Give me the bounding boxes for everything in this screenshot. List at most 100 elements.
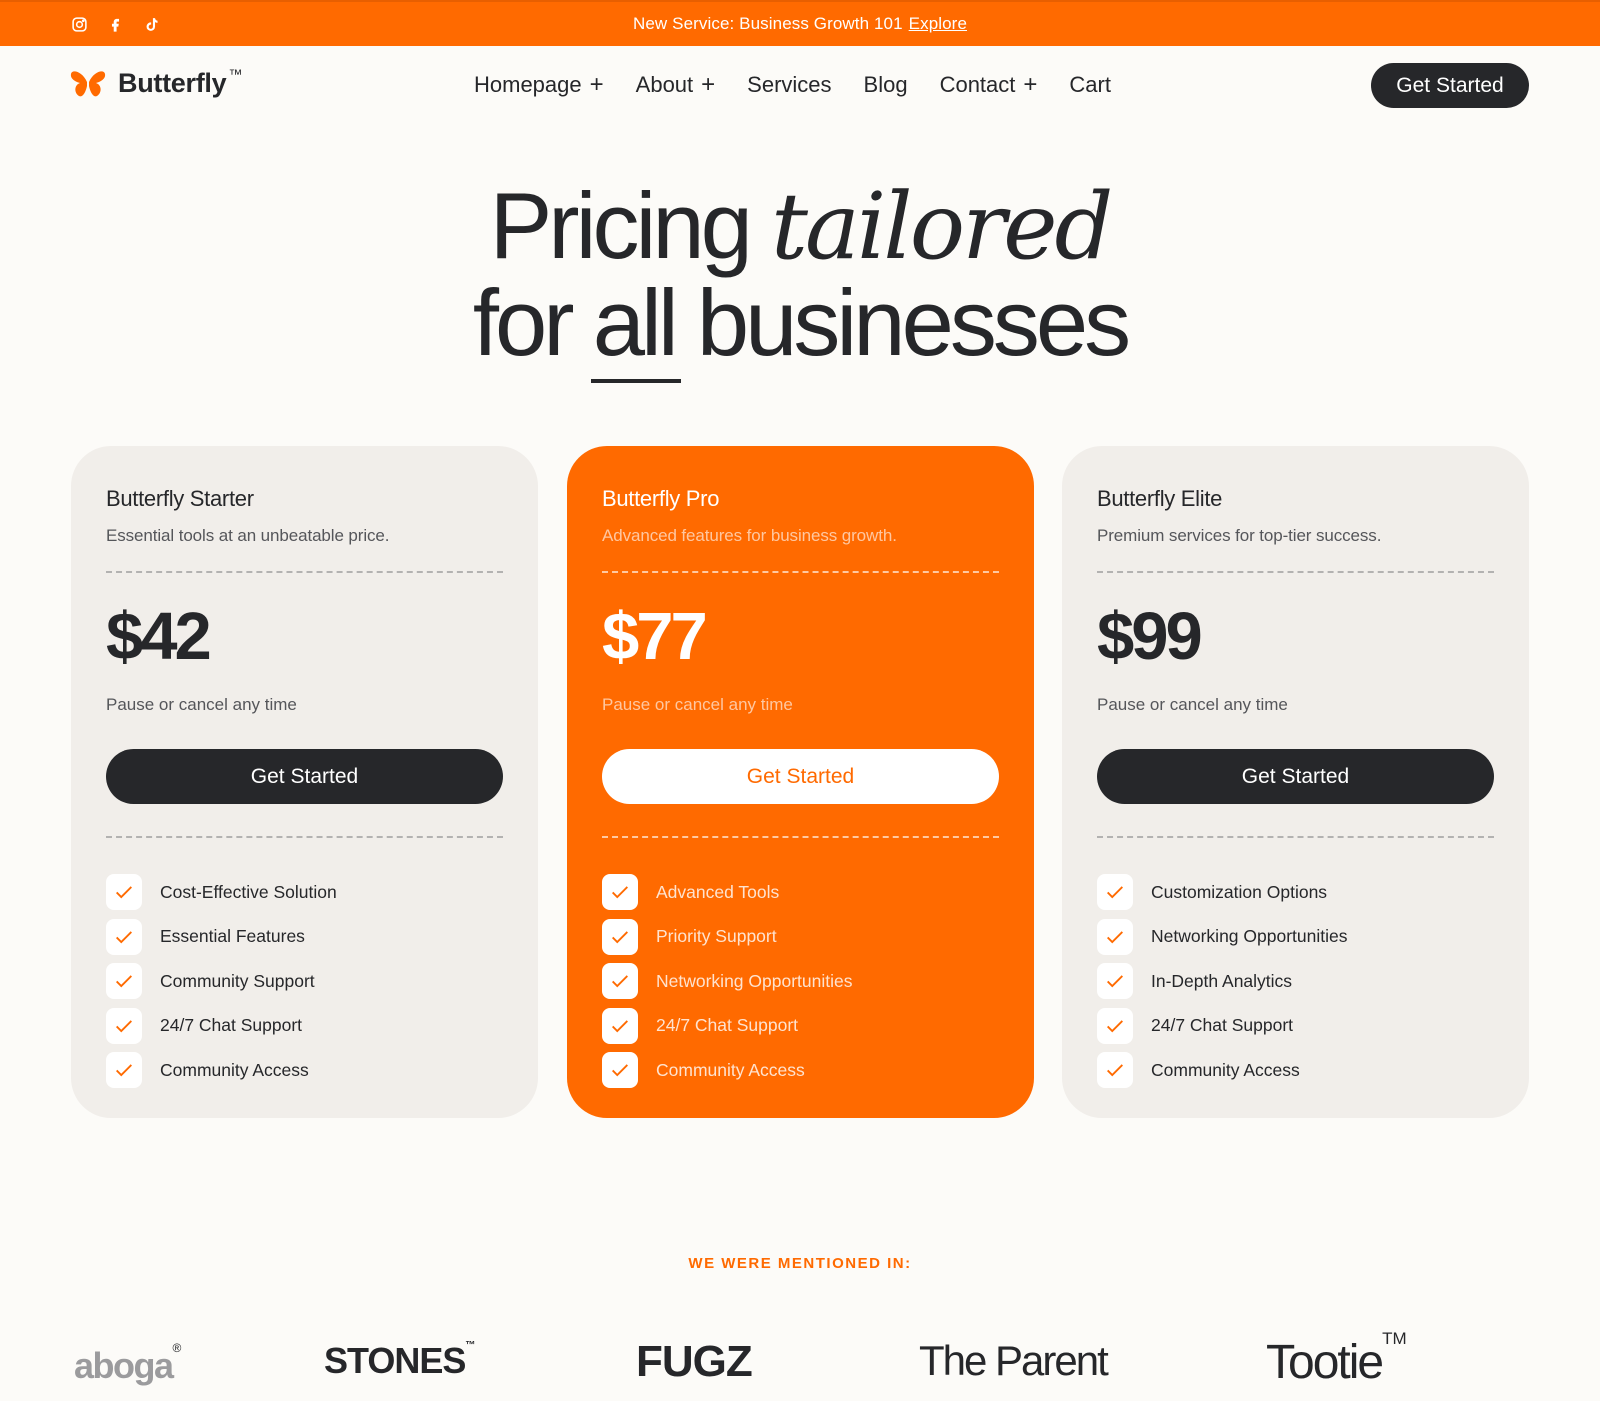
announcement-bar: New Service: Business Growth 101 Explore — [0, 0, 1600, 46]
plan-description: Advanced features for business growth. — [602, 526, 897, 545]
plan-card-pro: Butterfly Pro Advanced features for busi… — [567, 446, 1034, 1118]
butterfly-icon — [70, 70, 106, 96]
brand-logo-name: STONES — [324, 1340, 466, 1381]
nav-blog-label: Blog — [863, 72, 908, 97]
price-note: Pause or cancel any time — [602, 695, 793, 714]
brand-logo-the-parent: The Parent — [919, 1337, 1109, 1385]
feature-item: 24/7 Chat Support — [106, 1007, 503, 1044]
check-icon — [1097, 1052, 1133, 1088]
nav-about-label: About — [635, 72, 694, 97]
plan-card-elite: Butterfly Elite Premium services for top… — [1062, 446, 1529, 1118]
logo[interactable]: Butterfly ™ — [70, 66, 243, 99]
announcement-text: New Service: Business Growth 101 — [633, 14, 903, 33]
brand-logo-fugz: FUGZ — [636, 1337, 753, 1387]
nav-contact[interactable]: Contact + — [940, 72, 1038, 98]
check-icon — [106, 918, 142, 955]
nav-cart-label: Cart — [1069, 72, 1111, 97]
hero-word-for: for — [472, 270, 575, 375]
brand-name: Butterfly — [118, 68, 227, 98]
announcement: New Service: Business Growth 101 Explore — [0, 14, 1600, 34]
main-nav: Homepage + About + Services Blog Contact + … — [474, 72, 1111, 98]
hero-word-tailored: tailored — [771, 173, 1113, 280]
price-note: Pause or cancel any time — [1097, 695, 1288, 714]
plus-icon: + — [701, 71, 716, 98]
check-icon — [106, 1052, 142, 1088]
hero-heading: Pricing tailored for all businesses — [0, 178, 1600, 383]
nav-contact-label: Contact — [939, 72, 1016, 97]
plan-price: $77 — [602, 599, 708, 674]
check-icon — [106, 963, 142, 999]
starter-get-started-button[interactable]: Get Started — [106, 749, 503, 804]
plus-icon: + — [589, 71, 604, 98]
nav-cart[interactable]: Cart — [1069, 72, 1111, 98]
nav-homepage[interactable]: Homepage + — [474, 72, 604, 98]
feature-label: Community Support — [160, 970, 315, 991]
hero-line-1: Pricing tailored — [0, 178, 1600, 275]
plan-description: Essential tools at an unbeatable price. — [106, 526, 390, 545]
hero-line-2: for all businesses — [0, 275, 1600, 383]
feature-list: Cost-Effective Solution Essential Featur… — [106, 874, 503, 1088]
feature-label: Community Access — [160, 1059, 309, 1080]
divider — [106, 571, 503, 573]
feature-label: Community Access — [1151, 1059, 1300, 1080]
feature-item: Community Access — [1097, 1052, 1494, 1088]
check-icon — [602, 874, 638, 910]
feature-item: Priority Support — [602, 918, 999, 955]
plan-price: $99 — [1097, 599, 1203, 674]
divider — [602, 836, 999, 838]
hero-word-pricing: Pricing — [489, 173, 753, 278]
feature-item: Networking Opportunities — [602, 963, 999, 999]
trademark: ™ — [228, 66, 243, 82]
plan-name: Butterfly Pro — [602, 486, 720, 511]
feature-item: Advanced Tools — [602, 874, 999, 910]
nav-services[interactable]: Services — [747, 72, 831, 98]
feature-label: Advanced Tools — [656, 881, 780, 902]
brand-logo-stones: STONES™ — [324, 1340, 475, 1382]
feature-item: Community Support — [106, 963, 503, 999]
check-icon — [1097, 874, 1133, 910]
price-note: Pause or cancel any time — [106, 695, 297, 714]
brand-logo-name: FUGZ — [636, 1337, 753, 1386]
feature-label: 24/7 Chat Support — [160, 1015, 303, 1035]
check-icon — [602, 1007, 638, 1044]
nav-blog[interactable]: Blog — [864, 72, 908, 98]
plan-card-starter: Butterfly Starter Essential tools at an … — [71, 446, 538, 1118]
divider — [602, 571, 999, 573]
feature-label: Essential Features — [160, 926, 305, 946]
nav-about[interactable]: About + — [636, 72, 716, 98]
mentions-title: WE WERE MENTIONED IN: — [688, 1255, 912, 1272]
pro-get-started-button[interactable]: Get Started — [602, 749, 999, 804]
feature-label: In-Depth Analytics — [1151, 970, 1293, 991]
check-icon — [106, 1007, 142, 1044]
feature-item: In-Depth Analytics — [1097, 963, 1494, 999]
elite-get-started-button[interactable]: Get Started — [1097, 749, 1494, 804]
nav-homepage-label: Homepage — [474, 72, 582, 97]
divider — [1097, 571, 1494, 573]
nav-services-label: Services — [747, 72, 832, 97]
feature-label: Networking Opportunities — [1151, 926, 1348, 946]
registered-mark: ® — [172, 1341, 182, 1355]
trademark-mark: TM — [1382, 1329, 1407, 1348]
check-icon — [602, 1052, 638, 1088]
feature-item: 24/7 Chat Support — [1097, 1007, 1494, 1044]
check-icon — [1097, 918, 1133, 955]
feature-label: Community Access — [656, 1059, 805, 1080]
brand-logo-aboga: aboga® — [74, 1341, 181, 1387]
feature-label: Customization Options — [1151, 881, 1328, 902]
feature-item: Networking Opportunities — [1097, 918, 1494, 955]
header-get-started-button[interactable]: Get Started — [1371, 63, 1529, 108]
check-icon — [602, 918, 638, 955]
plan-name: Butterfly Starter — [106, 486, 254, 511]
check-icon — [602, 963, 638, 999]
feature-list: Advanced Tools Priority Support Networki… — [602, 874, 999, 1088]
brand-logo-name: aboga — [74, 1345, 174, 1386]
explore-link[interactable]: Explore — [909, 14, 967, 33]
feature-label: Priority Support — [656, 926, 777, 946]
plan-price: $42 — [106, 599, 212, 674]
feature-label: Cost-Effective Solution — [160, 881, 337, 902]
trademark-mark: ™ — [465, 1340, 476, 1351]
check-icon — [1097, 1007, 1133, 1044]
check-icon — [106, 874, 142, 910]
brand-logo-name: The Parent — [919, 1337, 1109, 1384]
plan-name: Butterfly Elite — [1097, 486, 1223, 511]
